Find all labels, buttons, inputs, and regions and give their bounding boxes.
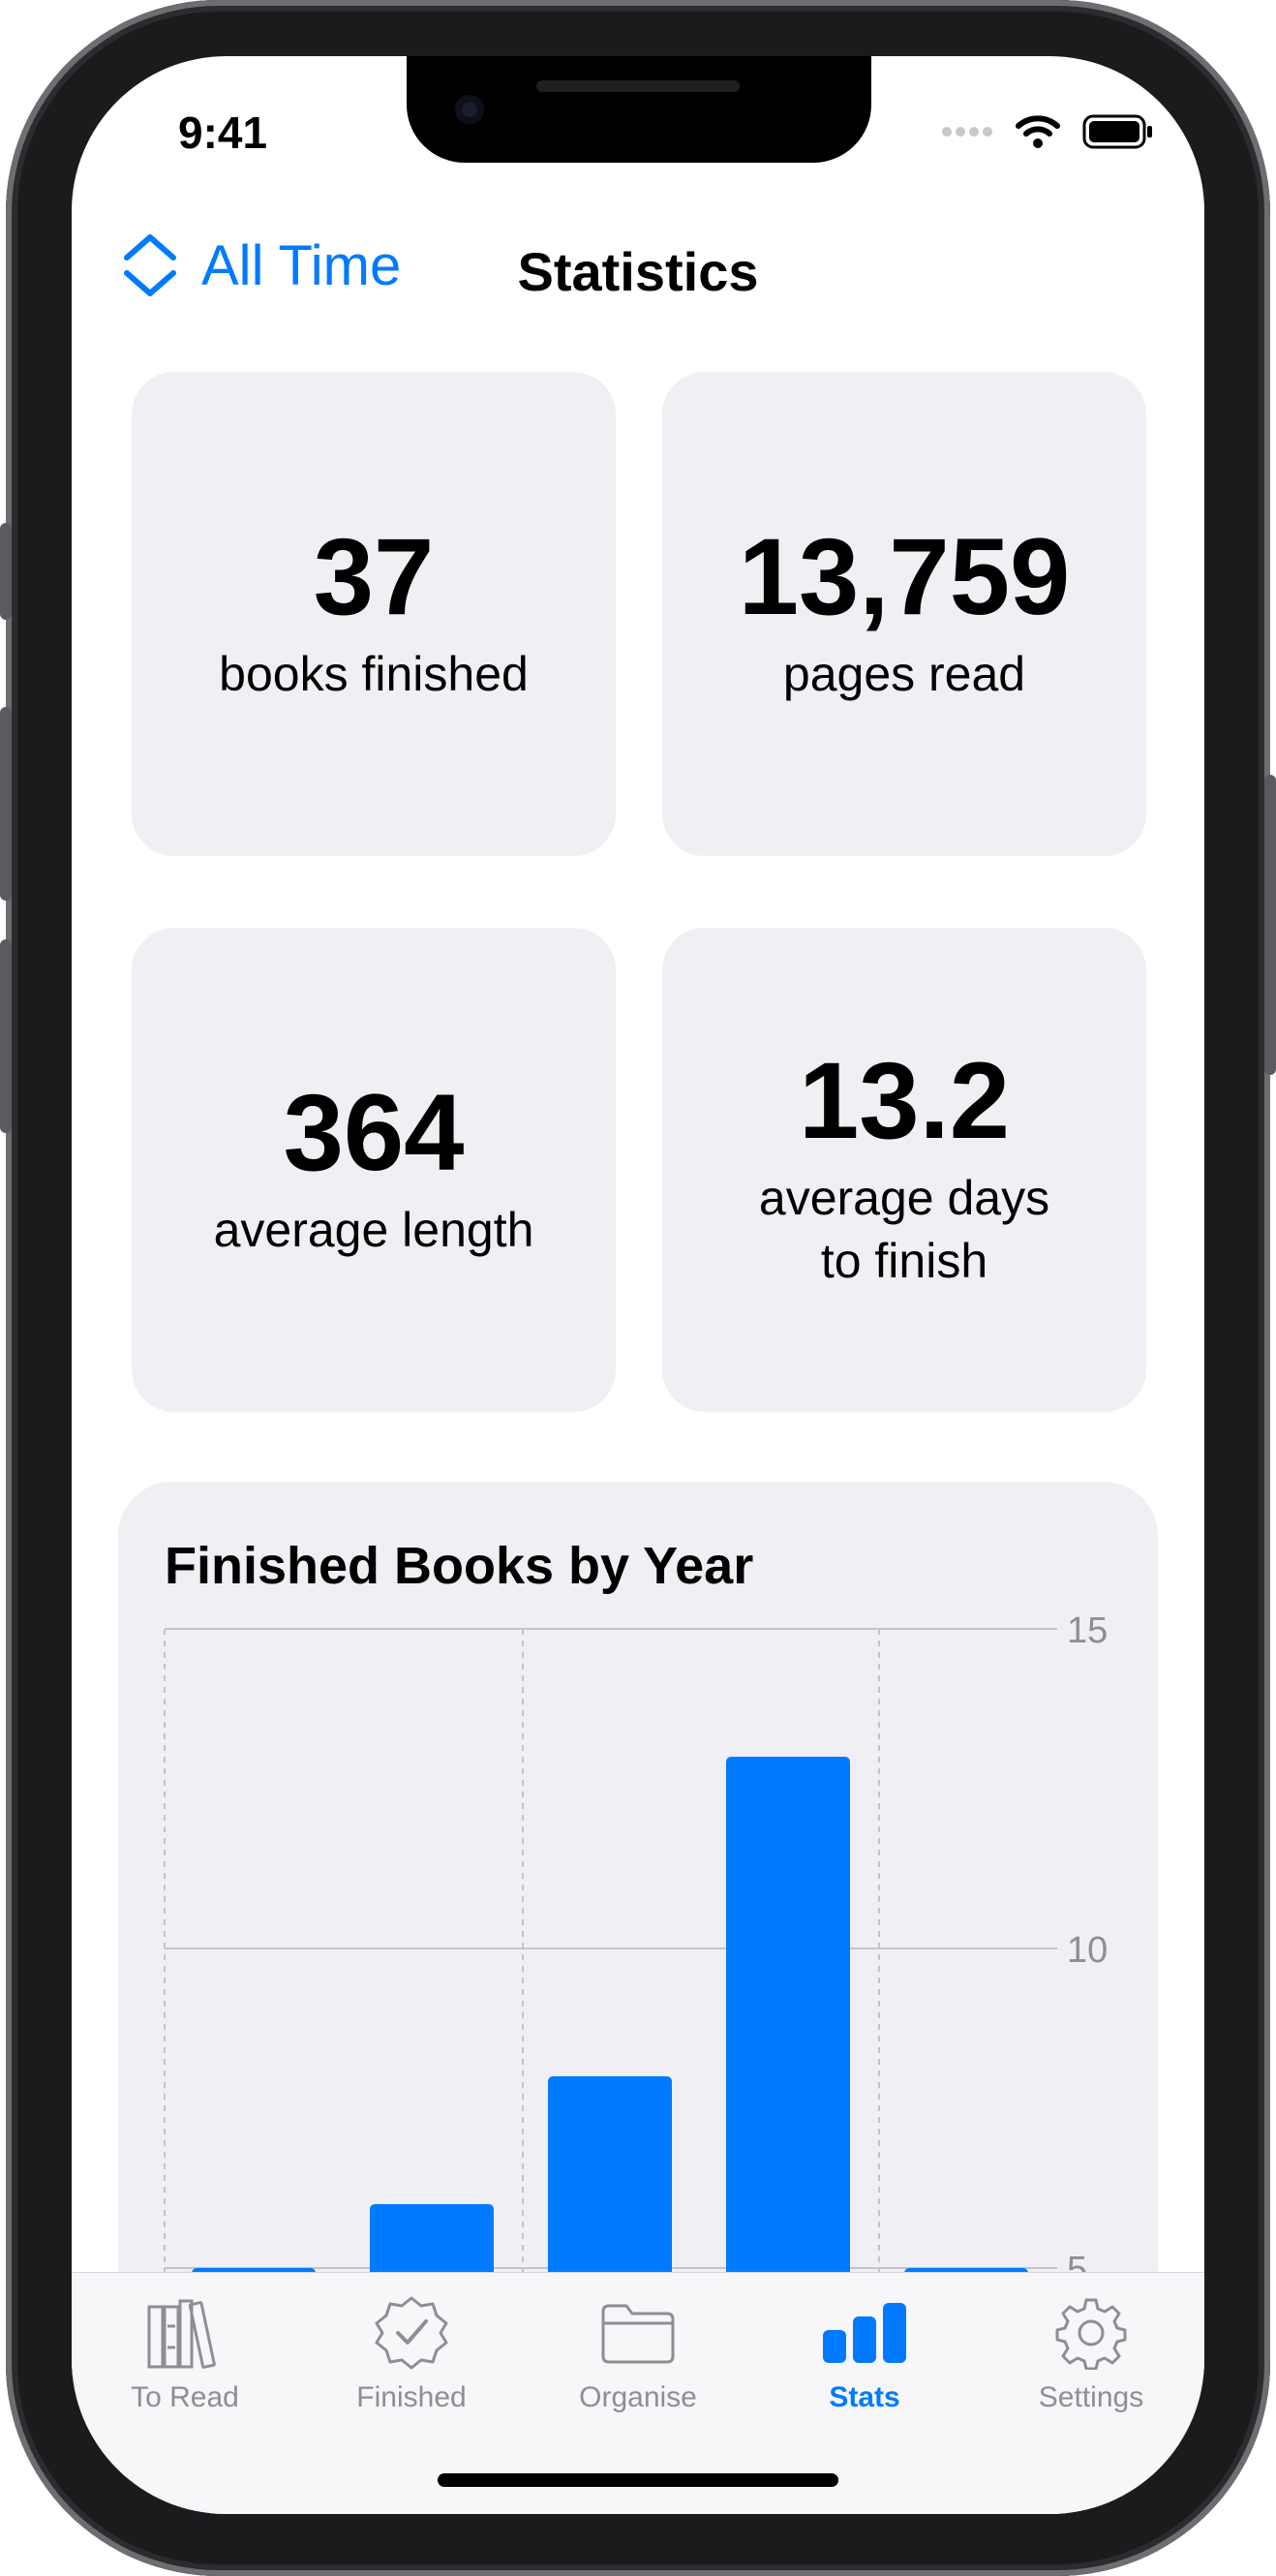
- tab-label: Organise: [579, 2381, 697, 2413]
- stat-card-books-finished: 37 books finished: [132, 372, 616, 856]
- tab-label: Stats: [829, 2381, 900, 2413]
- stat-value: 37: [313, 515, 435, 637]
- chart-y-tick-label: 10: [1067, 1930, 1108, 1971]
- page-title: Statistics: [517, 241, 759, 302]
- chart-bar-icon: [823, 2303, 906, 2363]
- tab-label: Settings: [1038, 2381, 1144, 2413]
- stat-card-average-days: 13.2 average days to finish: [662, 928, 1146, 1412]
- stat-label: books finished: [219, 646, 529, 701]
- stat-value: 13,759: [738, 515, 1071, 637]
- stat-card-pages-read: 13,759 pages read: [662, 372, 1146, 856]
- status-indicators: [941, 110, 1154, 153]
- battery-icon: [1082, 114, 1152, 149]
- volume-up-button: [0, 707, 12, 901]
- power-button: [1264, 775, 1276, 1075]
- stat-value: 364: [283, 1071, 465, 1193]
- cellular-dots-icon: [942, 127, 992, 137]
- tab-to-read[interactable]: To Read: [72, 2292, 298, 2414]
- chart-y-tick-label: 15: [1067, 1610, 1108, 1651]
- folder-icon: [601, 2304, 675, 2364]
- stat-label: pages read: [782, 646, 1026, 701]
- home-indicator: [438, 2473, 838, 2487]
- camera: [455, 95, 484, 124]
- stat-label: average length: [213, 1202, 534, 1257]
- checkmark-seal-icon: [375, 2296, 448, 2370]
- speaker: [536, 80, 740, 92]
- stat-card-average-length: 364 average length: [132, 928, 616, 1412]
- tab-label: To Read: [131, 2381, 239, 2413]
- navigation-bar: All Time Statistics: [72, 229, 1204, 325]
- mute-switch: [0, 523, 12, 620]
- books-icon: [147, 2299, 216, 2369]
- screen: 9:41 All Time Statistics 37 books finish…: [72, 56, 1204, 2514]
- tab-finished[interactable]: Finished: [298, 2292, 525, 2414]
- tab-label: Finished: [356, 2381, 467, 2413]
- tab-stats[interactable]: Stats: [751, 2292, 978, 2414]
- volume-down-button: [0, 939, 12, 1133]
- status-time: 9:41: [178, 107, 268, 158]
- stat-value: 13.2: [799, 1040, 1010, 1161]
- tab-settings[interactable]: Settings: [978, 2292, 1204, 2414]
- wifi-icon: [1016, 115, 1060, 148]
- gear-icon: [1055, 2298, 1127, 2370]
- stat-label: average days to finish: [758, 1171, 1050, 1288]
- tab-organise[interactable]: Organise: [525, 2292, 751, 2414]
